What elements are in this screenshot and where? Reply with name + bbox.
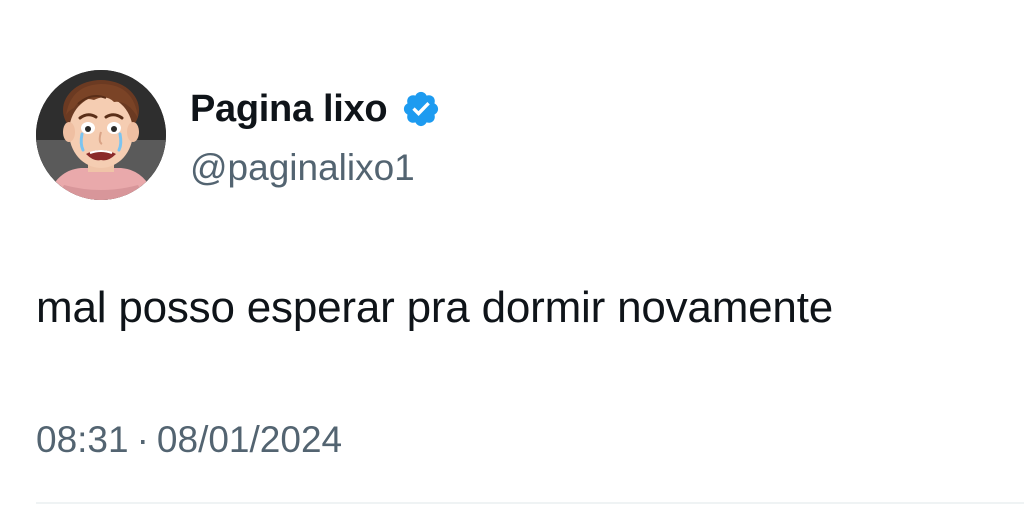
name-row: Pagina lixo: [190, 82, 441, 136]
tweet-date: 08/01/2024: [156, 419, 343, 460]
tweet-text: mal posso esperar pra dormir novamente: [36, 283, 833, 332]
display-name[interactable]: Pagina lixo: [190, 82, 388, 136]
tweet-card: Pagina lixo @paginalixo1 mal posso esper…: [0, 0, 1024, 530]
divider: [36, 502, 1024, 504]
meta-separator: ·: [136, 419, 149, 460]
tweet-time: 08:31: [36, 419, 129, 460]
author-block: Pagina lixo @paginalixo1: [190, 82, 441, 192]
user-handle[interactable]: @paginalixo1: [190, 144, 441, 192]
tweet-timestamp[interactable]: 08:31 · 08/01/2024: [36, 414, 342, 466]
avatar[interactable]: [36, 70, 166, 200]
avatar-face-icon: [36, 70, 166, 200]
verified-badge-icon: [401, 89, 441, 129]
